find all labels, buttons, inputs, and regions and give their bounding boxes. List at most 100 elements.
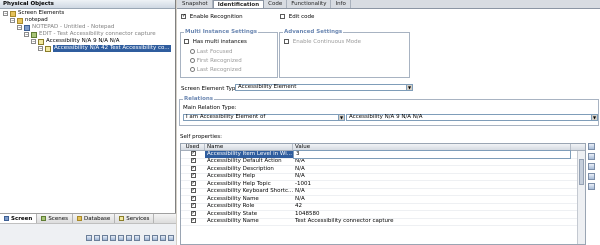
tab-functionality[interactable]: Functionality <box>287 0 332 8</box>
enable-recognition-checkbox[interactable] <box>181 13 186 19</box>
tab-screen[interactable]: Screen <box>0 214 38 223</box>
tool-icon[interactable] <box>86 235 92 241</box>
used-checkbox[interactable] <box>190 195 196 202</box>
tool-icon[interactable] <box>134 235 140 241</box>
property-value[interactable]: N/A <box>293 188 571 195</box>
collapse-icon[interactable]: − <box>10 18 15 23</box>
collapse-icon[interactable]: − <box>17 25 22 30</box>
tool-icon[interactable] <box>152 235 158 241</box>
tool-icon[interactable] <box>144 235 150 241</box>
tool-icon[interactable] <box>160 235 166 241</box>
option-first-recognized[interactable]: First Recognized <box>190 58 242 64</box>
move-up-icon[interactable] <box>588 163 595 170</box>
edit-code-row[interactable]: Edit code <box>280 14 314 20</box>
tree-item[interactable]: − Accessibility N/A 42 Test Accessibility… <box>38 45 171 52</box>
property-value[interactable]: 42 <box>293 203 571 210</box>
enable-recognition-row[interactable]: Enable Recognition <box>181 13 243 20</box>
object-tree: − Screen Elements − notepad − NOTEPAD - Untit… <box>0 9 175 209</box>
tool-icon[interactable] <box>110 235 116 241</box>
tab-scenes[interactable]: Scenes <box>37 214 73 223</box>
tool-icon[interactable] <box>126 235 132 241</box>
relation-type-select[interactable]: I am Accessibility Element of ▼ <box>183 114 345 121</box>
property-value[interactable]: 1048580 <box>293 211 571 218</box>
tree-item-label: Screen Elements <box>18 10 65 16</box>
property-value[interactable]: -1001 <box>293 181 571 188</box>
property-value[interactable]: N/A <box>293 158 571 165</box>
tab-database[interactable]: Database <box>73 214 116 223</box>
relations-group: Relations Main Relation Type: I am Acces… <box>179 96 599 126</box>
add-property-icon[interactable] <box>588 143 595 150</box>
used-checkbox[interactable] <box>190 188 196 194</box>
collapse-icon[interactable]: − <box>3 11 8 16</box>
tree-item-label: Accessibility N/A 9 N/A N/A <box>46 38 120 44</box>
vertical-scrollbar[interactable] <box>577 151 585 244</box>
used-checkbox[interactable] <box>190 158 196 164</box>
screen-icon <box>4 216 9 221</box>
used-cell <box>181 195 205 203</box>
used-checkbox[interactable] <box>190 218 196 224</box>
chevron-down-icon[interactable]: ▼ <box>591 115 597 120</box>
property-value[interactable]: Test Accessibility connector capture <box>293 218 571 225</box>
property-name: Accessibility Help Topic <box>207 180 271 187</box>
group-title: Advanced Settings <box>283 29 344 35</box>
scrollbar-thumb[interactable] <box>579 159 584 185</box>
used-checkbox[interactable] <box>190 165 196 172</box>
property-value[interactable]: N/A <box>293 173 571 180</box>
used-checkbox[interactable] <box>190 173 196 179</box>
option-last-recognized[interactable]: Last Recognized <box>190 67 242 73</box>
column-header-name[interactable]: Name <box>205 144 293 150</box>
tree-item-label: notepad <box>25 17 48 23</box>
has-multi-row[interactable]: Has multi instances <box>184 39 247 45</box>
radio[interactable] <box>190 58 195 63</box>
services-icon <box>119 216 125 221</box>
used-checkbox[interactable] <box>190 210 196 217</box>
tool-icon[interactable] <box>102 235 108 241</box>
tool-icon[interactable] <box>94 235 100 241</box>
enable-continuous-checkbox[interactable] <box>284 39 289 44</box>
collapse-icon[interactable]: − <box>24 32 29 37</box>
tool-icon[interactable] <box>118 235 124 241</box>
chevron-down-icon[interactable]: ▼ <box>406 85 412 90</box>
enable-continuous-row[interactable]: Enable Continuous Mode <box>284 39 361 45</box>
property-value[interactable]: N/A <box>293 166 571 173</box>
used-checkbox[interactable] <box>190 180 196 187</box>
tree-item-label: Accessibility N/A 42 Test Accessibility … <box>53 45 171 52</box>
has-multi-checkbox[interactable] <box>184 39 189 44</box>
tree-item[interactable]: − Accessibility N/A 9 N/A N/A <box>31 38 120 45</box>
property-value[interactable]: 3 <box>293 149 571 159</box>
collapse-icon[interactable]: − <box>38 46 43 51</box>
self-properties-label: Self properties: <box>180 134 223 140</box>
property-name: Accessibility Help <box>207 173 256 180</box>
tool-icon[interactable] <box>168 235 174 241</box>
property-name: Accessibility Role <box>207 203 255 210</box>
tab-info[interactable]: Info <box>331 0 351 8</box>
radio[interactable] <box>190 67 195 72</box>
refresh-icon[interactable] <box>588 183 595 190</box>
tab-label: Services <box>126 215 150 222</box>
table-row[interactable]: Accessibility Name Test Accessibility con… <box>181 218 585 226</box>
property-name: Accessibility State <box>207 210 258 217</box>
tree-item[interactable]: − Screen Elements <box>3 10 64 17</box>
edit-code-checkbox[interactable] <box>280 14 285 19</box>
collapse-icon[interactable]: − <box>31 39 36 44</box>
tab-identification[interactable]: Identification <box>212 0 265 8</box>
used-checkbox[interactable] <box>190 150 196 157</box>
tab-snapshot[interactable]: Snapshot <box>178 0 213 8</box>
relation-target-select[interactable]: Accessibility N/A 9 N/A N/A ▼ <box>346 114 598 121</box>
used-checkbox[interactable] <box>190 203 196 209</box>
option-last-focused[interactable]: Last Focused <box>190 49 233 55</box>
folder-icon <box>10 10 16 17</box>
tab-label: Scenes <box>48 215 68 222</box>
radio[interactable] <box>190 49 195 54</box>
remove-property-icon[interactable] <box>588 153 595 160</box>
tab-services[interactable]: Services <box>115 214 155 223</box>
tree-item[interactable]: − notepad <box>10 17 48 24</box>
column-header-used[interactable]: Used <box>181 144 205 150</box>
tab-code[interactable]: Code <box>264 0 288 8</box>
tree-item[interactable]: − EDIT - Test Accessibility connector cap… <box>24 31 156 38</box>
property-value[interactable]: N/A <box>293 196 571 203</box>
move-down-icon[interactable] <box>588 173 595 180</box>
tree-item[interactable]: − NOTEPAD - Untitled - Notepad <box>17 24 114 31</box>
screen-element-type-select[interactable]: Accessibility Element ▼ <box>235 84 413 91</box>
chevron-down-icon[interactable]: ▼ <box>338 115 344 120</box>
